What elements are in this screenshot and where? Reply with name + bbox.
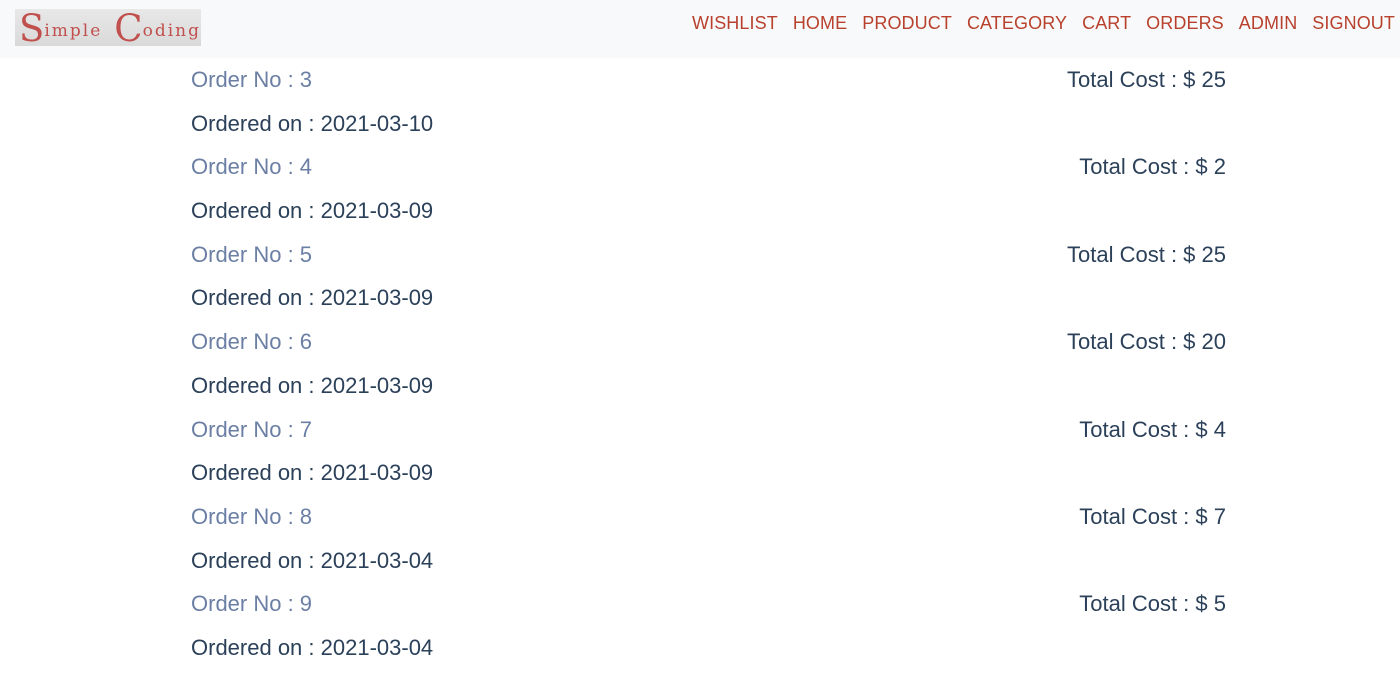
order-total-cost: Total Cost : $ 20 (1067, 329, 1226, 355)
logo-letter-s: S (19, 9, 45, 46)
brand-logo[interactable]: S imple C oding (15, 9, 201, 46)
order-number[interactable]: Order No : 3 (191, 67, 312, 93)
order-date-row: Ordered on : 2021-03-09 (191, 192, 1226, 236)
order-number[interactable]: Order No : 8 (191, 504, 312, 530)
order-date-row: Ordered on : 2021-03-09 (191, 454, 1226, 498)
order-item: Order No : 4 Total Cost : $ 2 Ordered on… (191, 148, 1226, 235)
order-number[interactable]: Order No : 6 (191, 329, 312, 355)
order-date: Ordered on : 2021-03-09 (191, 198, 434, 224)
order-total-cost: Total Cost : $ 2 (1079, 154, 1226, 180)
logo-word-oding: oding (142, 20, 201, 41)
nav-wishlist-link[interactable]: WISHLIST (692, 13, 778, 34)
order-total-cost: Total Cost : $ 5 (1079, 591, 1226, 617)
order-date-row: Ordered on : 2021-03-10 (191, 105, 1226, 149)
order-total-cost: Total Cost : $ 7 (1079, 503, 1226, 529)
order-header-row: Order No : 8 Total Cost : $ 7 (191, 498, 1226, 542)
nav-signout-link[interactable]: SIGNOUT (1312, 13, 1395, 34)
order-item: Order No : 8 Total Cost : $ 7 Ordered on… (191, 498, 1226, 585)
order-total-cost: Total Cost : $ 4 (1079, 416, 1226, 442)
order-date-row: Ordered on : 2021-03-04 (191, 542, 1226, 586)
order-item: Order No : 5 Total Cost : $ 25 Ordered o… (191, 236, 1226, 323)
order-date-row: Ordered on : 2021-03-09 (191, 367, 1226, 411)
order-number[interactable]: Order No : 9 (191, 591, 312, 617)
order-item: Order No : 6 Total Cost : $ 20 Ordered o… (191, 323, 1226, 410)
order-header-row: Order No : 7 Total Cost : $ 4 (191, 411, 1226, 455)
order-date: Ordered on : 2021-03-09 (191, 460, 434, 486)
order-header-row: Order No : 6 Total Cost : $ 20 (191, 323, 1226, 367)
nav-admin-link[interactable]: ADMIN (1239, 13, 1298, 34)
order-header-row: Order No : 3 Total Cost : $ 25 (191, 61, 1226, 105)
order-date-row: Ordered on : 2021-03-09 (191, 279, 1226, 323)
order-total-cost: Total Cost : $ 25 (1067, 67, 1226, 92)
nav-category-link[interactable]: CATEGORY (967, 13, 1067, 34)
order-date-row: Ordered on : 2021-03-04 (191, 629, 1226, 673)
logo-word-imple: imple (44, 20, 103, 41)
order-item: Order No : 3 Total Cost : $ 25 Ordered o… (191, 61, 1226, 148)
order-header-row: Order No : 9 Total Cost : $ 5 (191, 585, 1226, 629)
nav-links: WISHLIST HOME PRODUCT CATEGORY CART ORDE… (692, 13, 1395, 34)
order-number[interactable]: Order No : 4 (191, 154, 312, 180)
order-date: Ordered on : 2021-03-09 (191, 285, 434, 311)
order-header-row: Order No : 4 Total Cost : $ 2 (191, 148, 1226, 192)
order-number[interactable]: Order No : 7 (191, 417, 312, 443)
order-date: Ordered on : 2021-03-04 (191, 547, 434, 573)
nav-product-link[interactable]: PRODUCT (862, 13, 952, 34)
nav-orders-link[interactable]: ORDERS (1146, 13, 1224, 34)
navbar: S imple C oding WISHLIST HOME PRODUCT CA… (0, 0, 1400, 58)
order-date: Ordered on : 2021-03-09 (191, 372, 434, 398)
order-header-row: Order No : 5 Total Cost : $ 25 (191, 236, 1226, 280)
nav-cart-link[interactable]: CART (1082, 13, 1131, 34)
order-item: Order No : 9 Total Cost : $ 5 Ordered on… (191, 585, 1226, 672)
nav-home-link[interactable]: HOME (793, 13, 847, 34)
order-item: Order No : 7 Total Cost : $ 4 Ordered on… (191, 411, 1226, 498)
order-number[interactable]: Order No : 5 (191, 242, 312, 268)
orders-list: Order No : 3 Total Cost : $ 25 Ordered o… (191, 61, 1226, 673)
order-date: Ordered on : 2021-03-10 (191, 110, 434, 136)
order-total-cost: Total Cost : $ 25 (1067, 241, 1226, 267)
logo-letter-c: C (114, 9, 143, 46)
order-date: Ordered on : 2021-03-04 (191, 635, 434, 661)
